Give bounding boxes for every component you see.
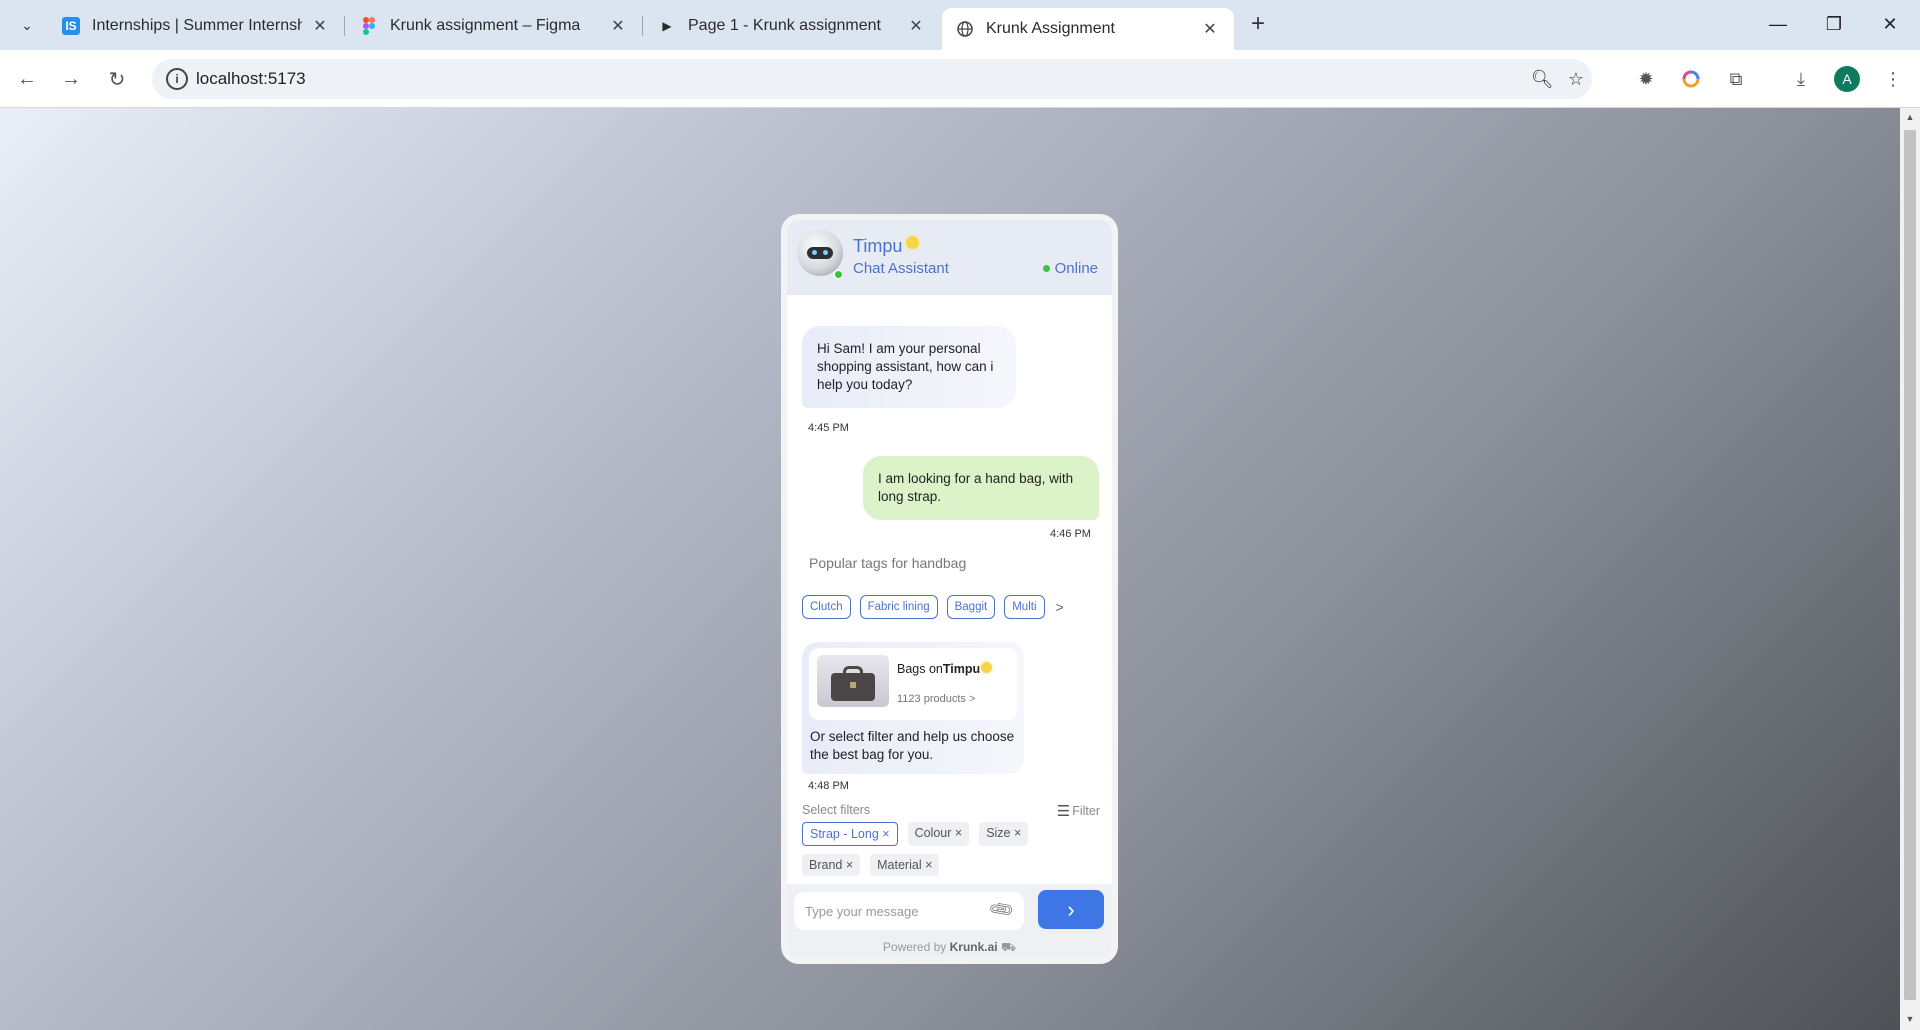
- filters-label: Select filters: [802, 803, 871, 817]
- online-dot-icon: [1042, 265, 1050, 272]
- close-icon[interactable]: ✕: [608, 16, 628, 36]
- bookmark-star-icon[interactable]: ☆: [1564, 67, 1588, 91]
- powered-by: Powered by Krunk.ai ⛟: [882, 940, 1017, 954]
- product-link[interactable]: Bags onTimpu 1123 products >: [809, 648, 1017, 720]
- tab-separator: [642, 16, 643, 36]
- filter-chip-material[interactable]: Material ×: [870, 854, 940, 876]
- tag-baggit[interactable]: Baggit: [946, 595, 996, 619]
- zoom-icon[interactable]: 🔍︎: [1530, 67, 1554, 91]
- tab-search-chevron-icon[interactable]: ⌄: [12, 10, 42, 40]
- message-time: 4:45 PM: [808, 422, 849, 434]
- filter-chip-brand[interactable]: Brand ×: [802, 854, 861, 876]
- filter-chip-colour[interactable]: Colour ×: [907, 822, 970, 846]
- minimize-icon[interactable]: —: [1758, 8, 1798, 40]
- status-badge: Online: [1042, 260, 1098, 277]
- extension-ring-icon[interactable]: [1676, 64, 1706, 94]
- tags-next-icon[interactable]: >: [1056, 599, 1064, 615]
- filter-chip-size[interactable]: Size ×: [979, 822, 1029, 846]
- reload-icon[interactable]: ↻: [100, 62, 134, 96]
- scroll-down-icon[interactable]: ▼: [1904, 1014, 1916, 1024]
- filter-button[interactable]: ☰ Filter: [1057, 802, 1100, 820]
- figma-icon: [360, 17, 378, 35]
- tab-figma[interactable]: Krunk assignment – Figma ✕: [346, 8, 642, 44]
- tab-krunk-assignment[interactable]: Krunk Assignment ✕: [942, 8, 1234, 50]
- extension-bug-icon[interactable]: ✹: [1631, 64, 1661, 94]
- sun-icon: [906, 236, 920, 249]
- chat-widget: Timpu Chat Assistant Online Hi Sam! I am…: [781, 214, 1118, 964]
- robot-icon: [807, 247, 833, 259]
- tag-multi[interactable]: Multi: [1004, 595, 1045, 619]
- site-info-icon[interactable]: i: [166, 68, 188, 90]
- tab-strip: ⌄ IS Internships | Summer Internship ✕ K…: [0, 0, 1920, 50]
- close-icon[interactable]: ✕: [906, 16, 926, 36]
- filter-chip-strap[interactable]: Strap - Long ×: [802, 822, 898, 846]
- internshala-icon: IS: [62, 17, 80, 35]
- globe-icon: [956, 20, 974, 38]
- window-close-icon[interactable]: ✕: [1870, 8, 1910, 40]
- chat-header: Timpu Chat Assistant Online: [787, 220, 1112, 295]
- tab-title: Krunk Assignment: [986, 20, 1115, 37]
- bot-message: Hi Sam! I am your personal shopping assi…: [802, 326, 1016, 408]
- bot-name: Timpu: [853, 236, 920, 257]
- close-icon[interactable]: ✕: [310, 16, 330, 36]
- chevron-right-icon: ›: [1067, 896, 1075, 922]
- page-scrollbar[interactable]: ▲ ▼: [1900, 108, 1920, 1030]
- address-bar[interactable]: i localhost:5173 🔍︎ ☆: [152, 59, 1592, 99]
- tag-list: Clutch Fabric lining Baggit Multi >: [802, 595, 1064, 619]
- restore-icon[interactable]: ❐: [1814, 8, 1854, 40]
- bot-role: Chat Assistant: [853, 260, 949, 277]
- online-indicator: [834, 270, 843, 279]
- browser-toolbar: ← → ↻ i localhost:5173 🔍︎ ☆ ✹ ⧉ ⤓ ⋮: [0, 50, 1920, 108]
- close-icon[interactable]: ✕: [1200, 19, 1220, 39]
- download-icon[interactable]: ⤓: [1786, 64, 1816, 94]
- user-message: I am looking for a hand bag, with long s…: [863, 456, 1099, 520]
- tags-title: Popular tags for handbag: [809, 555, 967, 571]
- filter-prompt-text: Or select filter and help us choose the …: [810, 729, 1015, 762]
- new-tab-plus-icon[interactable]: +: [1244, 10, 1272, 38]
- message-time: 4:48 PM: [808, 780, 849, 792]
- play-icon: ▶: [662, 19, 672, 33]
- product-name: Bags onTimpu: [897, 662, 993, 676]
- tab-page1[interactable]: ▶ Page 1 - Krunk assignment ✕: [644, 8, 940, 44]
- extensions-puzzle-icon[interactable]: ⧉: [1721, 64, 1751, 94]
- message-composer: 📎︎ › Powered by Krunk.ai ⛟: [787, 884, 1112, 958]
- menu-kebab-icon[interactable]: ⋮: [1878, 64, 1908, 94]
- product-count-link[interactable]: 1123 products >: [897, 693, 975, 705]
- message-time: 4:46 PM: [1050, 528, 1091, 540]
- tab-separator: [344, 16, 345, 36]
- krunk-logo-icon: ⛟: [1000, 940, 1017, 954]
- bag-thumbnail: [817, 655, 889, 707]
- product-card: Bags onTimpu 1123 products > Or select f…: [802, 642, 1024, 774]
- tag-clutch[interactable]: Clutch: [802, 595, 851, 619]
- forward-arrow-icon[interactable]: →: [54, 62, 88, 96]
- scrollbar-thumb[interactable]: [1904, 130, 1916, 1000]
- bot-avatar: [797, 230, 843, 276]
- sliders-icon: ☰: [1056, 803, 1071, 820]
- scroll-up-icon[interactable]: ▲: [1904, 112, 1916, 122]
- tab-internships[interactable]: IS Internships | Summer Internship ✕: [48, 8, 344, 44]
- tag-fabric-lining[interactable]: Fabric lining: [859, 595, 938, 619]
- back-arrow-icon[interactable]: ←: [10, 62, 44, 96]
- tab-title: Page 1 - Krunk assignment: [688, 17, 881, 34]
- tab-title: Internships | Summer Internship: [92, 17, 302, 34]
- filter-chips: Strap - Long × Colour × Size × Brand × M…: [802, 822, 1102, 884]
- profile-avatar[interactable]: A: [1834, 66, 1860, 92]
- send-button[interactable]: ›: [1038, 890, 1104, 929]
- url-text[interactable]: localhost:5173: [196, 69, 306, 89]
- sun-icon: [981, 662, 993, 673]
- tab-title: Krunk assignment – Figma: [390, 17, 581, 34]
